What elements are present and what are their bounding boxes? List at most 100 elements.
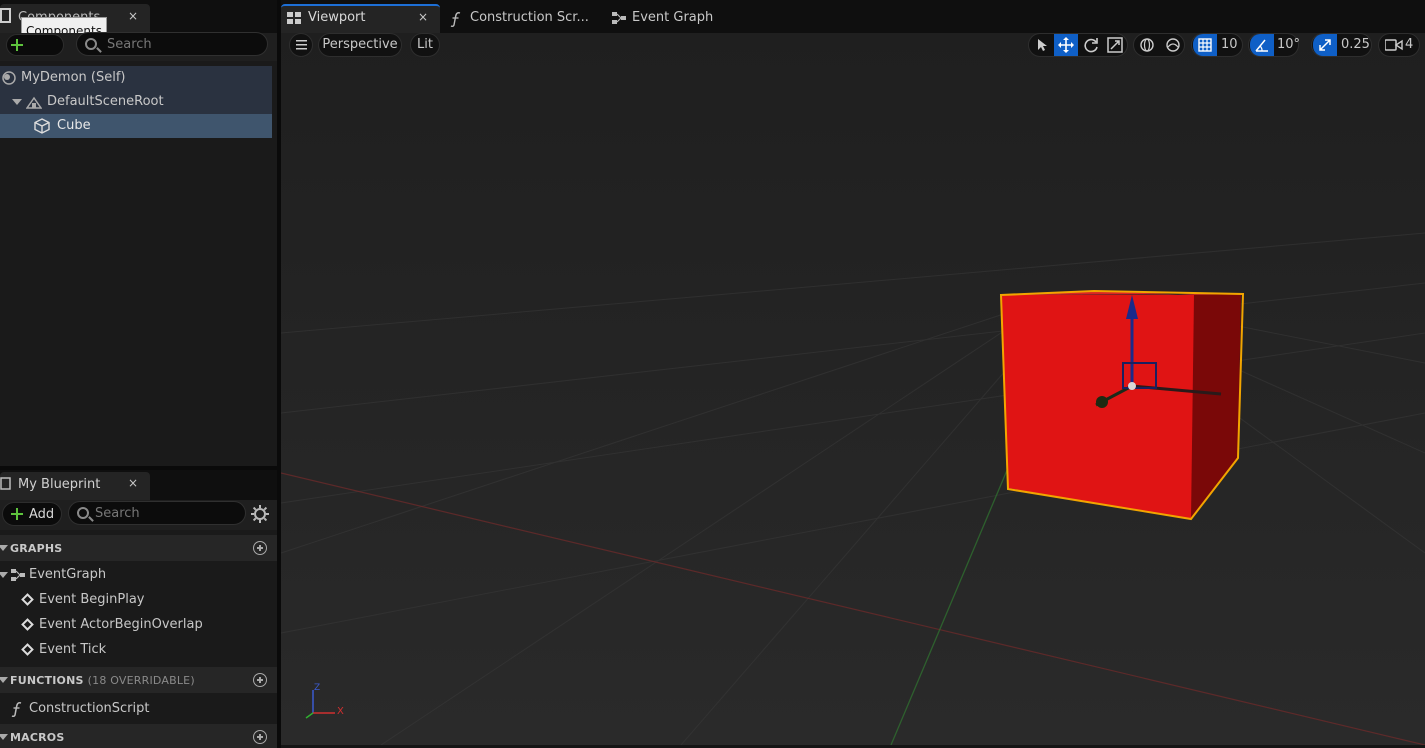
components-tab-icon <box>0 8 11 23</box>
tab-viewport-label: Viewport <box>308 10 366 25</box>
cube-mesh[interactable] <box>999 289 1245 521</box>
tab-my-blueprint[interactable]: My Blueprint × <box>0 472 150 500</box>
section-functions-label: FUNCTIONS <box>10 674 84 687</box>
plus-icon <box>11 508 23 520</box>
close-icon[interactable]: × <box>128 9 138 23</box>
cursor-icon <box>1038 39 1047 51</box>
components-search-placeholder: Search <box>107 37 152 52</box>
book-icon <box>0 477 11 490</box>
chevron-down-icon[interactable] <box>0 545 8 551</box>
event-item-actorbeginoverlap[interactable]: Event ActorBeginOverlap <box>0 613 272 637</box>
chevron-down-icon[interactable] <box>12 99 22 105</box>
camera-speed-group[interactable]: 4 <box>1378 33 1420 57</box>
close-icon[interactable]: × <box>418 10 428 24</box>
gizmo-z-label: Z <box>314 683 321 693</box>
editor-area: Viewport × Construction Scr... Event Gra… <box>281 0 1425 748</box>
camera-icon <box>1385 39 1403 51</box>
tab-construction-script[interactable]: Construction Scr... <box>442 4 602 33</box>
graph-icon <box>612 12 626 24</box>
gear-icon[interactable] <box>251 505 269 523</box>
tree-item-cube[interactable]: Cube <box>0 114 272 138</box>
myblueprint-add-button[interactable]: Add <box>2 502 62 526</box>
myblueprint-search-placeholder: Search <box>95 506 140 521</box>
add-macro-icon[interactable] <box>253 730 267 744</box>
components-add-button[interactable] <box>6 34 64 56</box>
angle-icon <box>1255 39 1268 52</box>
graph-icon <box>11 569 25 581</box>
section-macros[interactable]: MACROS <box>0 724 277 748</box>
section-graphs-label: GRAPHS <box>10 542 63 555</box>
rotate-icon <box>1084 38 1098 53</box>
event-icon <box>21 593 34 606</box>
globe-icon <box>1140 38 1154 52</box>
event-item-label: Event ActorBeginOverlap <box>39 617 203 632</box>
lit-button[interactable]: Lit <box>410 33 440 57</box>
scale-snap-icon <box>1319 39 1331 51</box>
world-local-button[interactable] <box>1135 34 1159 56</box>
add-graph-icon[interactable] <box>253 541 267 555</box>
graph-item-label: EventGraph <box>29 567 107 582</box>
section-graphs[interactable]: GRAPHS <box>0 535 277 561</box>
tab-viewport[interactable]: Viewport × <box>281 4 440 33</box>
scene-component-icon <box>26 96 42 109</box>
viewport-icon <box>287 12 301 24</box>
actor-icon <box>2 71 16 85</box>
function-icon <box>11 702 22 717</box>
coordinate-tools <box>1133 33 1185 57</box>
event-icon <box>21 618 34 631</box>
event-icon <box>21 643 34 656</box>
tab-event-graph[interactable]: Event Graph <box>607 4 727 33</box>
add-button-label: Add <box>29 507 55 522</box>
search-icon <box>77 507 89 519</box>
section-macros-label: MACROS <box>10 731 65 744</box>
rotation-snap-value[interactable]: 10° <box>1277 37 1300 52</box>
chevron-down-icon[interactable] <box>0 572 8 578</box>
function-item-constructionscript[interactable]: ConstructionScript <box>0 697 272 721</box>
surface-snap-button[interactable] <box>1161 34 1185 56</box>
static-mesh-icon <box>34 118 50 134</box>
tree-item-label: MyDemon (Self) <box>21 70 126 85</box>
translate-tool-button[interactable] <box>1054 34 1078 56</box>
rotate-tool-button[interactable] <box>1079 34 1103 56</box>
section-functions[interactable]: FUNCTIONS (18 OVERRIDABLE) <box>0 667 277 693</box>
viewport-scene[interactable] <box>281 33 1425 745</box>
rotation-snap-toggle[interactable] <box>1250 34 1274 56</box>
perspective-button[interactable]: Perspective <box>318 33 402 57</box>
surface-snap-icon <box>1166 38 1180 52</box>
scale-icon <box>1107 37 1123 53</box>
event-item-label: Event BeginPlay <box>39 592 145 607</box>
tree-item-label: Cube <box>57 118 91 133</box>
myblueprint-search-input[interactable]: Search <box>68 501 246 525</box>
event-item-tick[interactable]: Event Tick <box>0 638 272 662</box>
graph-item-eventgraph[interactable]: EventGraph <box>0 563 272 587</box>
tree-item-label: DefaultSceneRoot <box>47 94 164 109</box>
grid-snap-toggle[interactable] <box>1193 34 1217 56</box>
close-icon[interactable]: × <box>128 476 138 490</box>
tab-construction-script-label: Construction Scr... <box>470 10 589 25</box>
tree-item-mydemon[interactable]: MyDemon (Self) <box>0 66 272 90</box>
grid-snap-value[interactable]: 10 <box>1221 37 1238 52</box>
camera-speed-value: 4 <box>1405 37 1414 52</box>
tree-item-defaultsceneroot[interactable]: DefaultSceneRoot <box>0 90 272 114</box>
axis-orientation-gizmo <box>305 690 335 719</box>
add-function-icon[interactable] <box>253 673 267 687</box>
move-icon <box>1058 37 1074 53</box>
transform-tools <box>1028 33 1128 57</box>
scale-snap-group: 0.25 <box>1311 33 1372 57</box>
section-functions-overridable-count: (18 OVERRIDABLE) <box>87 674 195 687</box>
rotation-snap-group: 10° <box>1248 33 1300 57</box>
scale-snap-toggle[interactable] <box>1313 34 1337 56</box>
scale-snap-value[interactable]: 0.25 <box>1341 37 1370 52</box>
event-item-beginplay[interactable]: Event BeginPlay <box>0 588 272 612</box>
event-item-label: Event Tick <box>39 642 107 657</box>
chevron-down-icon[interactable] <box>0 734 8 740</box>
tab-my-blueprint-label: My Blueprint <box>18 477 101 492</box>
plus-icon <box>11 39 23 51</box>
viewport-menu-button[interactable] <box>289 33 313 57</box>
select-tool-button[interactable] <box>1029 34 1053 56</box>
myblueprint-tabstrip: My Blueprint × <box>0 470 277 500</box>
scale-tool-button[interactable] <box>1103 34 1127 56</box>
components-search-input[interactable]: Search <box>76 32 268 56</box>
chevron-down-icon[interactable] <box>0 677 8 683</box>
left-column: Components × Components Search MyDemon (… <box>0 0 277 748</box>
